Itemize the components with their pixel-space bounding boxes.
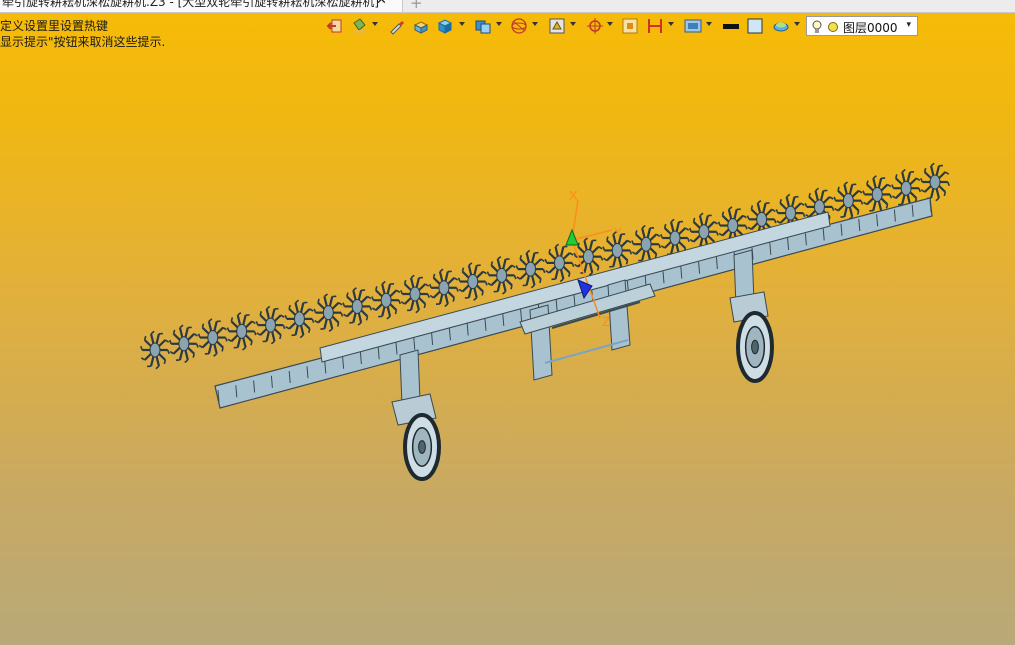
tab-title: 牵引旋转耕耘机深松旋耕机.Z3 - [大型双轮牵引旋转耕耘机深松旋耕机] — [2, 0, 379, 9]
tine-rotor — [140, 330, 170, 370]
dropper-icon[interactable] — [388, 17, 406, 35]
hitch-crossbar — [544, 339, 629, 364]
chevron-down-icon[interactable] — [794, 22, 800, 26]
tine-rotor — [284, 299, 315, 339]
tine-rotor — [515, 249, 546, 289]
tine-rotor — [255, 305, 286, 345]
tine-rotor — [920, 162, 950, 202]
chevron-down-icon[interactable] — [496, 22, 502, 26]
box-edit-icon[interactable] — [412, 17, 430, 35]
layer-color-dot — [828, 22, 838, 32]
hint-text-1: 定义设置里设置热键 — [0, 19, 109, 33]
tine-rotor — [833, 181, 864, 220]
triad-y-label: Y — [614, 225, 622, 239]
axis-icon[interactable] — [586, 17, 604, 35]
triad-green-handle — [565, 228, 579, 246]
tine-rotor — [342, 287, 373, 326]
tine-rotor — [544, 243, 575, 283]
close-icon[interactable]: ✕ — [376, 0, 387, 7]
document-tab-bar: 牵引旋转耕耘机深松旋耕机.Z3 - [大型双轮牵引旋转耕耘机深松旋耕机] ✕ + — [0, 0, 1015, 13]
chevron-down-icon[interactable] — [459, 22, 465, 26]
triad-z-label: Z — [602, 314, 610, 329]
tine-rotor — [486, 256, 517, 295]
material-icon[interactable] — [772, 17, 790, 35]
3d-viewport[interactable]: X Y Z — [0, 40, 1015, 645]
cultivator-model[interactable]: X Y Z — [0, 40, 1015, 645]
chevron-down-icon[interactable] — [532, 22, 538, 26]
sphere-wire-icon[interactable] — [510, 17, 528, 35]
chevron-down-icon[interactable] — [668, 22, 674, 26]
tine-rotor — [168, 324, 199, 364]
add-tab-icon[interactable]: + — [410, 0, 423, 12]
chevron-down-icon[interactable] — [607, 22, 613, 26]
tine-rotor — [371, 280, 402, 320]
gauge-wheel — [736, 311, 774, 383]
document-tab[interactable]: 牵引旋转耕耘机深松旋耕机.Z3 - [大型双轮牵引旋转耕耘机深松旋耕机] ✕ — [0, 0, 403, 12]
tine-rotor — [400, 274, 430, 314]
layer-name: 图层0000 — [843, 21, 898, 35]
view-cube-icon[interactable] — [474, 17, 492, 35]
fill-color-icon[interactable] — [746, 17, 764, 35]
background-icon[interactable] — [684, 17, 702, 35]
triad-x-label: X — [569, 188, 578, 203]
exit-icon[interactable] — [326, 17, 344, 35]
tine-rotor — [313, 293, 344, 332]
tine-rotor — [862, 175, 893, 214]
lightbulb-icon[interactable] — [812, 20, 822, 34]
tine-rotor — [226, 312, 257, 351]
gauge-wheel — [403, 413, 441, 481]
solid-cube-icon[interactable] — [436, 17, 454, 35]
layer-select[interactable]: 图层0000 ▾ — [806, 16, 918, 36]
tine-rotor — [631, 224, 662, 264]
chevron-down-icon[interactable] — [372, 22, 378, 26]
chevron-down-icon[interactable] — [570, 22, 576, 26]
paint-bucket-icon[interactable] — [350, 17, 368, 35]
tine-rotor — [457, 262, 488, 301]
chevron-down-icon[interactable] — [706, 22, 712, 26]
triad-y-axis — [571, 229, 613, 241]
tine-rotor — [197, 318, 228, 357]
measure-icon[interactable] — [646, 17, 664, 35]
display-mode-icon[interactable] — [548, 17, 566, 35]
chevron-down-icon[interactable]: ▾ — [906, 20, 911, 30]
view-toolbar: 图层0000 ▾ — [322, 14, 922, 38]
tine-rotor — [428, 268, 459, 308]
select-box-icon[interactable] — [621, 17, 639, 35]
line-color-icon[interactable] — [722, 17, 740, 35]
